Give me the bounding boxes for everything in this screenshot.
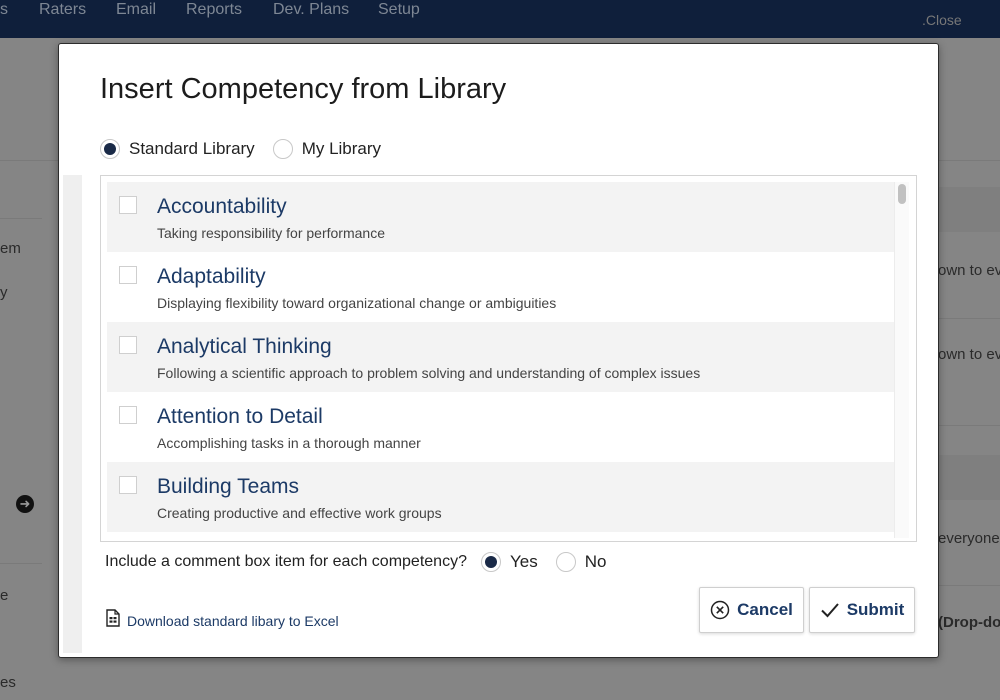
background-right-text: everyone	[938, 530, 1000, 547]
background-left-text: em	[0, 240, 21, 257]
download-excel-link[interactable]: Download standard libary to Excel	[105, 609, 339, 632]
nav-item-partial[interactable]: s	[0, 0, 8, 20]
competency-description: Accomplishing tasks in a thorough manner	[157, 435, 421, 451]
nav-item-reports[interactable]: Reports	[186, 0, 242, 20]
comment-box-question: Include a comment box item for each comp…	[105, 553, 467, 570]
comment-no-radio[interactable]	[555, 552, 576, 572]
background-divider	[937, 425, 1000, 426]
background-left-text: e	[0, 587, 9, 604]
comment-yes-radio[interactable]	[480, 552, 501, 572]
scrollbar-thumb[interactable]	[898, 184, 906, 204]
modal-left-strip	[63, 175, 82, 653]
competency-description: Following a scientific approach to probl…	[157, 365, 701, 381]
competency-checkbox[interactable]	[119, 336, 137, 354]
background-left-text: y	[0, 284, 8, 301]
comment-box-option: Include a comment box item for each comp…	[105, 552, 624, 572]
competency-title: Attention to Detail	[157, 405, 323, 428]
comment-yes-label[interactable]: Yes	[510, 552, 538, 572]
competency-checkbox[interactable]	[119, 476, 137, 494]
excel-file-icon	[105, 609, 121, 632]
my-library-radio[interactable]	[272, 139, 293, 159]
arrow-right-icon[interactable]: ➜	[16, 495, 34, 513]
competency-row-analytical-thinking[interactable]: Analytical Thinking Following a scientif…	[107, 322, 898, 392]
cancel-label: Cancel	[737, 600, 793, 619]
competency-description: Creating productive and effective work g…	[157, 505, 442, 521]
competency-list[interactable]: Accountability Taking responsibility for…	[100, 175, 917, 542]
competency-row-building-teams[interactable]: Building Teams Creating productive and e…	[107, 462, 898, 532]
background-divider	[0, 218, 42, 219]
insert-competency-modal: Insert Competency from Library Standard …	[58, 43, 939, 658]
standard-library-radio[interactable]	[100, 139, 120, 159]
competency-row-adaptability[interactable]: Adaptability Displaying flexibility towa…	[107, 252, 898, 322]
library-selector: Standard Library My Library	[100, 139, 399, 159]
background-right-text: own to ev	[938, 346, 1000, 363]
nav-item-setup[interactable]: Setup	[378, 0, 420, 20]
background-close-link[interactable]: .Close	[922, 12, 962, 28]
download-excel-label[interactable]: Download standard libary to Excel	[127, 613, 339, 629]
nav-item-dev-plans[interactable]: Dev. Plans	[273, 0, 349, 20]
my-library-label[interactable]: My Library	[302, 139, 381, 159]
competency-description: Displaying flexibility toward organizati…	[157, 295, 557, 311]
nav-item-raters[interactable]: Raters	[39, 0, 86, 20]
submit-label: Submit	[846, 600, 905, 619]
competency-row-attention-to-detail[interactable]: Attention to Detail Accomplishing tasks …	[107, 392, 898, 462]
competency-checkbox[interactable]	[119, 196, 137, 214]
competency-title: Analytical Thinking	[157, 335, 332, 358]
background-right-text: (Drop-do	[938, 614, 1000, 631]
standard-library-label[interactable]: Standard Library	[129, 139, 255, 159]
submit-button[interactable]: Submit	[809, 587, 915, 633]
competency-description: Taking responsibility for performance	[157, 225, 385, 241]
nav-item-email[interactable]: Email	[116, 0, 156, 20]
top-navbar: s Raters Email Reports Dev. Plans Setup	[0, 0, 1000, 38]
cancel-button[interactable]: Cancel	[699, 587, 804, 633]
list-scrollbar[interactable]	[894, 182, 909, 538]
background-divider	[937, 318, 1000, 319]
background-divider	[937, 585, 1000, 586]
background-header-cell	[937, 187, 1000, 232]
competency-title: Adaptability	[157, 265, 266, 288]
background-right-text: own to ev	[938, 262, 1000, 279]
checkmark-icon	[820, 603, 839, 618]
modal-title: Insert Competency from Library	[100, 73, 507, 105]
competency-title: Building Teams	[157, 475, 300, 498]
comment-no-label[interactable]: No	[585, 552, 607, 572]
competency-title: Accountability	[157, 195, 287, 218]
competency-checkbox[interactable]	[119, 406, 137, 424]
competency-row-accountability[interactable]: Accountability Taking responsibility for…	[107, 182, 898, 252]
competency-checkbox[interactable]	[119, 266, 137, 284]
close-circle-icon	[710, 600, 730, 620]
background-left-text: es	[0, 674, 16, 691]
background-divider	[0, 563, 42, 564]
background-header-cell	[937, 455, 1000, 500]
